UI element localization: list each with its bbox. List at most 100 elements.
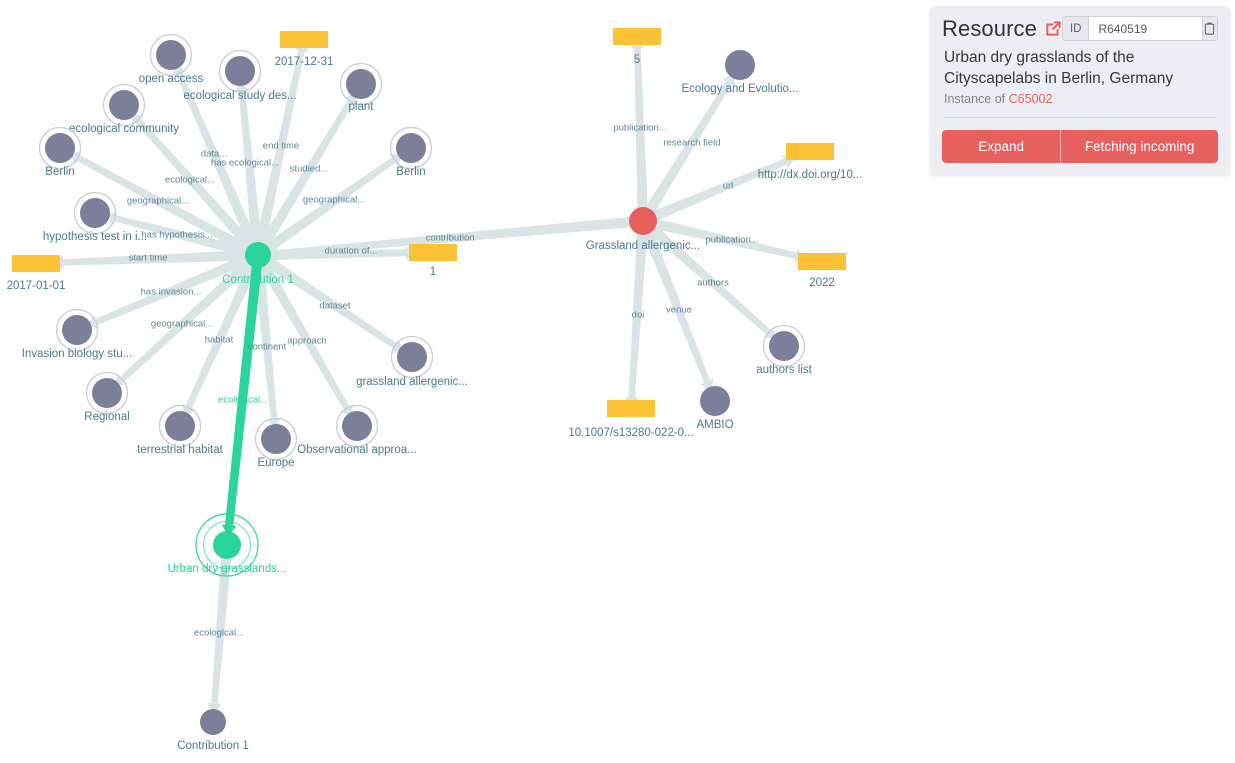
node-circle[interactable] <box>700 386 730 416</box>
node-label: grassland allergenic... <box>356 376 468 388</box>
node-label: Urban dry grasslands... <box>168 563 287 575</box>
node-label: Ecology and Evolutio... <box>682 83 799 95</box>
graph-node[interactable]: ecological community <box>69 83 179 136</box>
node-label: ecological community <box>69 123 179 135</box>
literal-node-shape[interactable] <box>607 400 655 417</box>
edge-label: contribution <box>425 233 474 244</box>
node-circle[interactable] <box>45 133 75 163</box>
node-circle[interactable] <box>109 90 139 120</box>
literal-node[interactable]: 2017-01-01 <box>7 255 66 292</box>
node-circle[interactable] <box>342 411 372 441</box>
literal-node[interactable]: 10.1007/s13280-022-0... <box>568 400 694 439</box>
edge-label: duration of... <box>325 246 378 257</box>
node-circle[interactable] <box>92 378 122 408</box>
panel-body: Urban dry grasslands of the Cityscapelab… <box>930 43 1230 106</box>
graph-node[interactable]: AMBIO <box>696 386 734 431</box>
node-circle[interactable] <box>80 198 110 228</box>
edge-label: doi <box>632 310 645 321</box>
graph-node[interactable]: Europe <box>254 417 298 470</box>
edge-label: studied... <box>290 164 329 175</box>
edge-label: ecological... <box>165 175 215 186</box>
graph-node[interactable]: Contribution 1 <box>177 709 249 752</box>
literal-node-shape[interactable] <box>409 244 457 261</box>
node-label: Regional <box>84 411 129 423</box>
literal-node-shape[interactable] <box>12 255 60 272</box>
node-label: terrestrial habitat <box>137 444 223 456</box>
node-label: Berlin <box>45 166 74 178</box>
edge-label: habitat <box>205 335 234 346</box>
literal-node-shape[interactable] <box>613 28 661 45</box>
node-label: hypothesis test in i... <box>43 231 147 243</box>
edge-label: dataset <box>319 301 351 312</box>
edge-label: authors <box>697 278 729 289</box>
literal-node[interactable]: 1 <box>409 244 457 278</box>
edge-label: end time <box>263 141 299 152</box>
resource-info-panel: Resource ID R640519 Urban dry grasslands… <box>930 6 1230 175</box>
node-circle[interactable] <box>397 342 427 372</box>
page-title: Resource <box>942 15 1037 41</box>
literal-node-label: http://dx.doi.org/10... <box>758 169 863 181</box>
node-label: open access <box>139 73 204 85</box>
node-label: Observational approa... <box>297 444 417 456</box>
node-circle[interactable] <box>225 56 255 86</box>
edge-label: geographical... <box>151 319 213 330</box>
graph-explorer-app: data... has ecological... studied... ecolog… <box>0 0 1235 763</box>
edge-label: start time <box>128 253 167 264</box>
node-circle[interactable] <box>261 424 291 454</box>
graph-node[interactable]: terrestrial habitat <box>137 404 224 457</box>
clipboard-icon[interactable] <box>1201 17 1217 40</box>
node-label: Berlin <box>396 166 425 178</box>
resource-id-input[interactable] <box>1089 17 1202 40</box>
instance-of-label: Instance of <box>944 91 1006 106</box>
edge-label: geographical... <box>127 196 189 207</box>
node-circle[interactable] <box>396 133 426 163</box>
node-circle[interactable] <box>200 709 226 735</box>
edge-label: publication... <box>705 235 758 246</box>
graph-node[interactable]: grassland allergenic... <box>356 335 468 389</box>
node-label: authors list <box>756 364 812 376</box>
node-circle[interactable] <box>156 40 186 70</box>
edge-label: has ecological... <box>211 158 279 169</box>
fetching-incoming-button[interactable]: Fetching incoming <box>1060 129 1218 163</box>
node-label: AMBIO <box>696 419 733 431</box>
graph-node[interactable]: Observational approa... <box>297 404 417 457</box>
node-circle[interactable] <box>62 315 92 345</box>
literal-node-shape[interactable] <box>786 143 834 160</box>
node-circle[interactable] <box>346 69 376 99</box>
panel-header: Resource ID <box>930 6 1230 43</box>
id-label: ID <box>1062 17 1090 40</box>
literal-node[interactable]: http://dx.doi.org/10... <box>758 143 863 181</box>
graph-node[interactable]: Ecology and Evolutio... <box>682 50 799 95</box>
node-circle[interactable] <box>769 331 799 361</box>
nodes-layer[interactable]: 2017-12-31 2017-01-01 1 5 http://dx.doi.org/… <box>7 28 863 752</box>
edge-label: ecological... <box>194 628 244 639</box>
edge-label: continent <box>248 342 287 353</box>
node-circle[interactable] <box>245 242 271 268</box>
panel-action-buttons: Expand Fetching incoming <box>942 129 1218 163</box>
node-circle[interactable] <box>165 411 195 441</box>
external-link-icon[interactable] <box>1045 20 1062 37</box>
edge-label: url <box>723 181 734 192</box>
literal-node-shape[interactable] <box>280 31 328 48</box>
graph-node[interactable]: Berlin <box>389 126 433 179</box>
edge-label: approach <box>287 336 327 347</box>
instance-class-link[interactable]: C65002 <box>1009 92 1053 106</box>
node-label: Grassland allergenic... <box>586 240 700 252</box>
edge-label: geographical... <box>303 195 365 206</box>
literal-node[interactable]: 2022 <box>798 253 846 289</box>
expand-button[interactable]: Expand <box>942 129 1061 163</box>
edge-label: research field <box>663 138 720 149</box>
instance-of-line: Instance of C65002 <box>944 92 1216 106</box>
edge-label: publication... <box>613 123 666 134</box>
edge-label: has invasion... <box>141 287 202 298</box>
graph-node[interactable]: Regional <box>84 371 130 424</box>
node-label: ecological study des... <box>183 90 296 102</box>
graph-node[interactable]: open access <box>139 33 204 86</box>
literal-node-label: 2017-12-31 <box>275 56 334 68</box>
node-circle[interactable] <box>629 207 657 235</box>
edge-label: ecological... <box>218 395 268 406</box>
resource-id-group[interactable]: ID <box>1061 16 1218 41</box>
node-circle[interactable] <box>725 50 755 80</box>
node-circle[interactable] <box>213 531 241 559</box>
literal-node-shape[interactable] <box>798 253 846 270</box>
